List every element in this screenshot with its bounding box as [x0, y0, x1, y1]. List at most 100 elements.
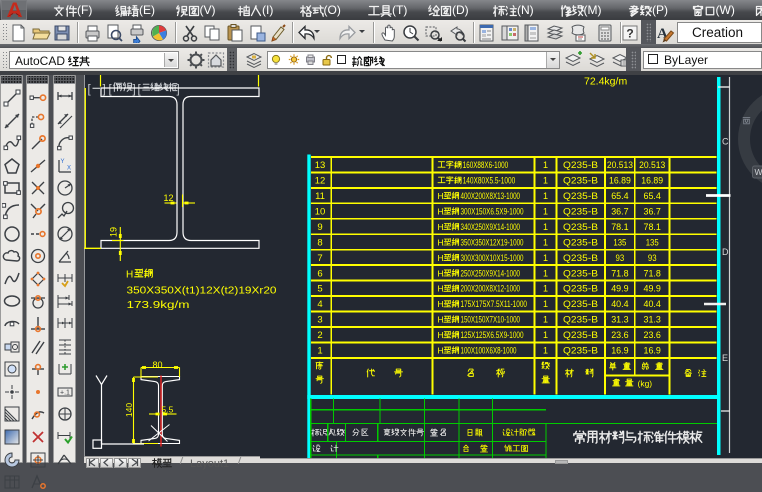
svg-text:Q235-B: Q235-B	[563, 315, 598, 325]
svg-text:140X80X5.5-1000: 140X80X5.5-1000	[463, 176, 516, 186]
svg-text:4: 4	[317, 299, 322, 310]
svg-text:Q235-B: Q235-B	[563, 330, 598, 340]
svg-text:9: 9	[317, 222, 322, 233]
svg-text:340X250X9X14-1000: 340X250X9X14-1000	[461, 222, 521, 232]
svg-text:1: 1	[543, 315, 548, 325]
svg-text:12: 12	[164, 193, 174, 203]
svg-text:16.89: 16.89	[641, 176, 663, 186]
svg-text:135: 135	[613, 237, 626, 247]
svg-text:1: 1	[543, 284, 548, 294]
svg-text:(kg): (kg)	[638, 379, 653, 389]
svg-text:23.6: 23.6	[611, 330, 628, 340]
svg-text:H: H	[438, 330, 444, 340]
svg-text:Y: Y	[61, 159, 65, 165]
svg-text:H: H	[438, 299, 444, 309]
svg-text:65.4: 65.4	[611, 191, 628, 201]
svg-text:1: 1	[543, 207, 548, 217]
svg-text:D: D	[722, 247, 729, 257]
svg-text:1: 1	[543, 222, 548, 232]
svg-text:1: 1	[543, 176, 548, 186]
svg-text:40.4: 40.4	[644, 299, 661, 309]
svg-text:23.6: 23.6	[644, 330, 661, 340]
svg-text:10: 10	[315, 207, 326, 218]
svg-text:350X350X12X19-1000: 350X350X12X19-1000	[461, 237, 524, 247]
svg-text:350X350X(t1)12X(t2)19Xr20: 350X350X(t1)12X(t2)19Xr20	[127, 286, 278, 297]
svg-text:125X125X6.5X9-1000: 125X125X6.5X9-1000	[461, 330, 524, 340]
svg-text:]: ]	[103, 84, 106, 96]
svg-text:49.9: 49.9	[611, 284, 628, 294]
svg-text:1: 1	[543, 268, 548, 278]
svg-text:H: H	[438, 237, 444, 247]
svg-text:8: 8	[317, 237, 322, 248]
svg-text:49.9: 49.9	[644, 284, 661, 294]
svg-text:2: 2	[317, 330, 322, 341]
svg-text:150X150X7X10-1000: 150X150X7X10-1000	[461, 315, 521, 325]
svg-text:[: [	[138, 84, 142, 96]
svg-text:1: 1	[543, 237, 548, 247]
svg-text:300X150X6.5X9-1000: 300X150X6.5X9-1000	[461, 207, 524, 217]
svg-text:W: W	[755, 167, 762, 177]
svg-text:36.7: 36.7	[611, 207, 628, 217]
svg-text:Q235-B: Q235-B	[563, 207, 598, 217]
svg-text:+.1: +.1	[60, 389, 70, 396]
svg-text:135: 135	[646, 237, 659, 247]
svg-text:H: H	[438, 191, 444, 201]
svg-text:H: H	[438, 315, 444, 325]
svg-text:Q235-B: Q235-B	[563, 191, 598, 201]
svg-text:93: 93	[648, 253, 657, 263]
svg-text:13: 13	[315, 160, 326, 171]
svg-text:11: 11	[315, 191, 325, 202]
svg-text:Q235-B: Q235-B	[563, 346, 598, 356]
svg-text:78.1: 78.1	[644, 222, 661, 232]
svg-text:31.3: 31.3	[611, 315, 628, 325]
svg-text:72.4kg/m: 72.4kg/m	[584, 76, 627, 88]
svg-text:71.8: 71.8	[644, 268, 661, 278]
svg-text:Q235-B: Q235-B	[563, 176, 598, 186]
svg-text:400X200X8X13-1000: 400X200X8X13-1000	[461, 191, 521, 201]
svg-text:Q235-B: Q235-B	[563, 268, 598, 278]
svg-text:3: 3	[317, 315, 322, 326]
svg-text:12: 12	[315, 176, 326, 187]
svg-text:6: 6	[317, 268, 322, 279]
svg-text:200X200X8X12-1000: 200X200X8X12-1000	[461, 284, 521, 294]
svg-text:160X88X6-1000: 160X88X6-1000	[463, 160, 509, 170]
svg-text:65.4: 65.4	[644, 191, 661, 201]
svg-text:]: ]	[177, 84, 180, 96]
svg-text:?: ?	[626, 26, 633, 40]
svg-text:1: 1	[543, 346, 548, 356]
svg-text:Q235-B: Q235-B	[563, 222, 598, 232]
svg-text:C: C	[722, 137, 729, 147]
svg-text:71.8: 71.8	[611, 268, 628, 278]
svg-text:H: H	[438, 268, 444, 278]
svg-text:H: H	[438, 222, 444, 232]
svg-text:250X250X9X14-1000: 250X250X9X14-1000	[461, 268, 521, 278]
svg-text:100X100X6X8-1000: 100X100X6X8-1000	[461, 346, 517, 356]
svg-text:1: 1	[543, 191, 548, 201]
svg-text:16.9: 16.9	[611, 346, 628, 356]
svg-text:H: H	[438, 207, 444, 217]
svg-text:16.89: 16.89	[609, 176, 631, 186]
svg-text:E: E	[722, 353, 728, 363]
svg-text:Q235-B: Q235-B	[563, 160, 598, 170]
svg-text:19: 19	[109, 227, 119, 237]
svg-text:40.4: 40.4	[611, 299, 628, 309]
svg-text:140: 140	[124, 403, 134, 417]
svg-text:7: 7	[317, 253, 322, 264]
svg-text:80: 80	[153, 360, 163, 370]
svg-text:H: H	[438, 253, 444, 263]
svg-text:93: 93	[616, 253, 625, 263]
svg-text:78.1: 78.1	[611, 222, 628, 232]
svg-text:H: H	[438, 284, 444, 294]
svg-text:1: 1	[317, 346, 322, 357]
svg-text:Q235-B: Q235-B	[563, 237, 598, 247]
svg-text:20.513: 20.513	[607, 160, 633, 170]
svg-text:173.9kg/m: 173.9kg/m	[127, 299, 190, 311]
svg-text:[: [	[109, 84, 113, 96]
svg-text:36.7: 36.7	[644, 207, 661, 217]
svg-text:20.513: 20.513	[639, 160, 665, 170]
svg-text:Q235-B: Q235-B	[563, 284, 598, 294]
svg-text:Q235-B: Q235-B	[563, 253, 598, 263]
svg-text:[: [	[88, 84, 92, 96]
svg-text:X: X	[67, 165, 71, 171]
svg-text:1: 1	[543, 253, 548, 263]
